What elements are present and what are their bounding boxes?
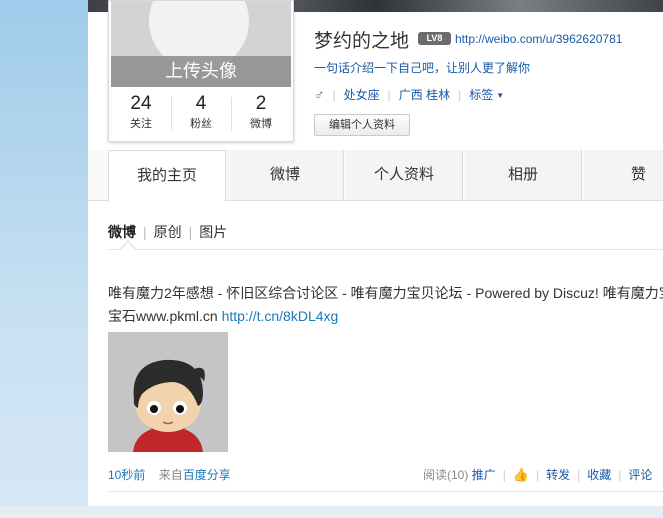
male-gender-icon: ♂: [314, 86, 325, 102]
stat-followers[interactable]: 4 粉丝: [171, 91, 231, 135]
post-meta: 10秒前 来自百度分享: [108, 466, 231, 483]
post-text: 唯有魔力2年感想 - 怀旧区综合讨论区 - 唯有魔力宝贝论坛 - Powered…: [108, 282, 663, 328]
tab-profile-info[interactable]: 个人资料: [346, 150, 463, 200]
stat-posts[interactable]: 2 微博: [231, 91, 291, 135]
divider: |: [387, 88, 391, 102]
post-time-link[interactable]: 10秒前: [108, 468, 145, 482]
divider: |: [502, 468, 506, 482]
like-thumb-icon[interactable]: 👍: [513, 467, 529, 482]
zodiac-link[interactable]: 处女座: [344, 86, 380, 103]
stat-followers-count: 4: [195, 93, 207, 114]
stat-posts-label: 微博: [250, 118, 272, 130]
stats-bar: 24 关注 4 粉丝 2 微博: [111, 91, 291, 135]
bottom-strip: [0, 506, 663, 518]
active-subtab-indicator-fill: [121, 242, 135, 250]
intro-link[interactable]: 一句话介绍一下自己吧，让别人更了解你: [314, 59, 530, 76]
caret-down-icon: ▼: [496, 91, 505, 100]
divider: |: [536, 468, 540, 482]
stat-following-label: 关注: [130, 118, 152, 130]
post-source-link[interactable]: 百度分享: [183, 468, 231, 482]
post-text-segment: 宝石www.pkml.cn: [108, 308, 222, 324]
post-text-line: 宝石www.pkml.cn http://t.cn/8kDL4xg: [108, 305, 663, 328]
profile-tabs: 我的主页 微博 个人资料 相册 赞: [88, 150, 663, 202]
subtab-pictures[interactable]: 图片: [199, 224, 227, 240]
divider: |: [188, 224, 193, 240]
profile-url-link[interactable]: http://weibo.com/u/3962620781: [455, 32, 622, 46]
subtab-divider: [108, 249, 663, 250]
subtab-weibo[interactable]: 微博: [108, 224, 136, 240]
tab-album[interactable]: 相册: [465, 150, 582, 200]
stat-following[interactable]: 24 关注: [111, 91, 171, 135]
feed-subtabs: 微博 | 原创 | 图片: [108, 222, 227, 242]
comment-button[interactable]: 评论: [628, 468, 652, 482]
cartoon-avatar-icon: [108, 332, 228, 452]
edit-profile-button[interactable]: 编辑个人资料: [314, 114, 410, 136]
avatar[interactable]: 上传头像: [111, 1, 291, 87]
page-background: [0, 0, 88, 518]
post-text-line: 唯有魔力2年感想 - 怀旧区综合讨论区 - 唯有魔力宝贝论坛 - Powered…: [108, 285, 663, 301]
post-image[interactable]: [108, 332, 228, 452]
location-link[interactable]: 广西 桂林: [399, 86, 450, 103]
stat-posts-count: 2: [255, 93, 267, 114]
tab-weibo[interactable]: 微博: [227, 150, 344, 200]
post-short-link[interactable]: http://t.cn/8kDL4xg: [222, 308, 339, 324]
tags-label: 标签: [469, 88, 494, 102]
post-actions: 阅读(10) 推广 | 👍 | 转发 | 收藏 | 评论: [423, 466, 652, 483]
repost-button[interactable]: 转发: [546, 468, 570, 482]
divider: |: [143, 224, 147, 240]
promote-button[interactable]: 推广: [472, 468, 496, 482]
divider: |: [618, 468, 622, 482]
favorite-button[interactable]: 收藏: [587, 468, 611, 482]
read-count: 阅读(10): [423, 468, 469, 482]
profile-main-panel: 上传头像 24 关注 4 粉丝 2 微博 梦约的之地 LV8 http://we…: [88, 0, 663, 506]
tags-dropdown[interactable]: 标签 ▼: [469, 86, 504, 103]
profile-name: 梦约的之地: [314, 31, 410, 52]
stat-followers-label: 粉丝: [190, 118, 212, 130]
subtab-original[interactable]: 原创: [154, 224, 182, 240]
level-badge[interactable]: LV8: [418, 32, 451, 45]
upload-avatar-button[interactable]: 上传头像: [111, 56, 291, 87]
source-prefix: 来自: [158, 468, 183, 482]
stat-following-count: 24: [130, 93, 152, 114]
avatar-card: 上传头像 24 关注 4 粉丝 2 微博: [108, 0, 294, 142]
tab-my-home[interactable]: 我的主页: [108, 150, 226, 202]
profile-meta: ♂ | 处女座 | 广西 桂林 | 标签 ▼: [314, 86, 504, 103]
divider: |: [577, 468, 581, 482]
post-divider: [108, 491, 663, 492]
divider: |: [458, 88, 462, 102]
tab-likes[interactable]: 赞: [584, 150, 663, 200]
divider: |: [332, 88, 336, 102]
